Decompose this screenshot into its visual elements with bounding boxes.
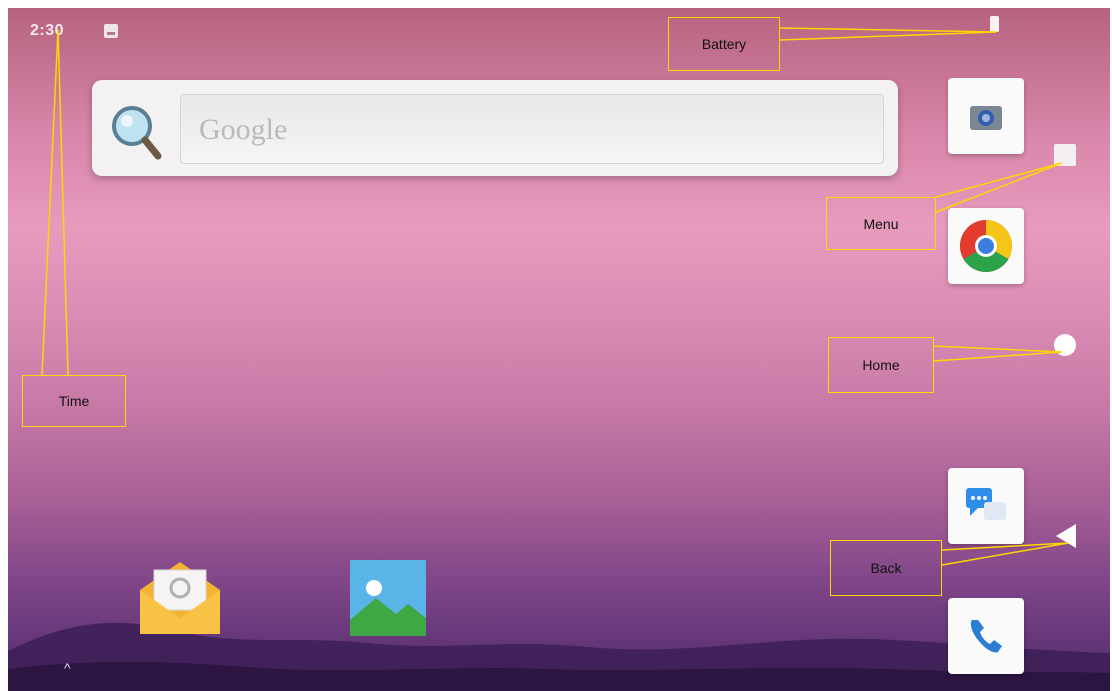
messaging-icon bbox=[966, 488, 1006, 520]
home-screen: 2:30 Google ^ bbox=[8, 8, 1110, 691]
camera-app-icon[interactable] bbox=[948, 78, 1024, 154]
back-annotation: Back bbox=[830, 540, 942, 596]
google-search-widget[interactable]: Google bbox=[92, 80, 898, 176]
battery-icon bbox=[990, 16, 999, 32]
home-annotation: Home bbox=[828, 337, 934, 393]
image-notification-icon[interactable] bbox=[104, 24, 118, 38]
email-app-icon[interactable] bbox=[136, 556, 224, 638]
phone-app-icon[interactable] bbox=[948, 598, 1024, 674]
menu-annotation: Menu bbox=[826, 197, 936, 250]
app-drawer-handle[interactable]: ^ bbox=[64, 660, 71, 676]
menu-square-icon[interactable] bbox=[1054, 144, 1076, 166]
gallery-app-icon[interactable] bbox=[350, 560, 426, 636]
status-time: 2:30 bbox=[30, 22, 65, 39]
gallery-icon bbox=[350, 560, 426, 636]
time-annotation: Time bbox=[22, 375, 126, 427]
chrome-icon bbox=[960, 220, 1012, 272]
back-triangle-icon[interactable] bbox=[1056, 524, 1076, 548]
phone-icon bbox=[970, 620, 1002, 653]
messaging-app-icon[interactable] bbox=[948, 468, 1024, 544]
email-icon bbox=[140, 562, 220, 634]
chrome-app-icon[interactable] bbox=[948, 208, 1024, 284]
magnifier-icon[interactable] bbox=[108, 102, 164, 162]
battery-annotation: Battery bbox=[668, 17, 780, 71]
camera-icon bbox=[970, 106, 1002, 130]
search-input[interactable]: Google bbox=[180, 94, 884, 164]
search-placeholder: Google bbox=[199, 113, 288, 146]
home-circle-icon[interactable] bbox=[1054, 334, 1076, 356]
